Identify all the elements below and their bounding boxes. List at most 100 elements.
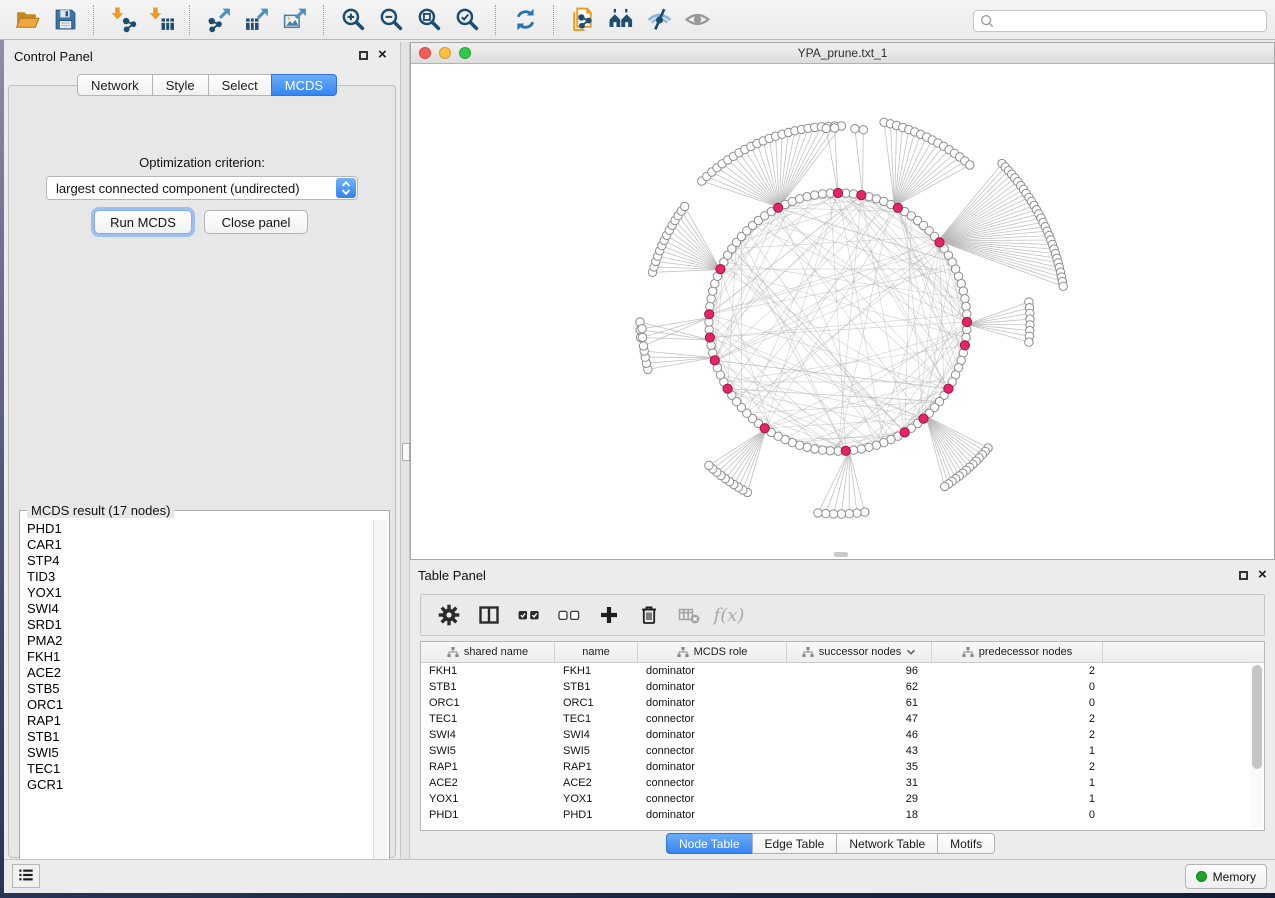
- cell-name[interactable]: ACE2: [555, 777, 638, 789]
- cell-shared-name[interactable]: YOX1: [421, 793, 555, 805]
- table-scrollbar-thumb[interactable]: [1252, 665, 1262, 769]
- mcds-result-item[interactable]: SRD1: [22, 617, 372, 633]
- refresh-button[interactable]: [507, 3, 543, 37]
- mcds-result-item[interactable]: PMA2: [22, 633, 372, 649]
- import-table-button[interactable]: [143, 3, 179, 37]
- mcds-result-item[interactable]: FKH1: [22, 649, 372, 665]
- zoom-out-button[interactable]: [373, 3, 409, 37]
- splitter-handle[interactable]: [402, 443, 410, 461]
- cell-predecessor-nodes[interactable]: 0: [932, 697, 1103, 709]
- cell-name[interactable]: SWI5: [555, 745, 638, 757]
- cell-mcds-role[interactable]: connector: [638, 745, 787, 757]
- column-header-shared-name[interactable]: shared name: [421, 642, 555, 662]
- window-minimize-light[interactable]: [439, 47, 451, 59]
- tab-motifs[interactable]: Motifs: [937, 833, 995, 854]
- window-zoom-light[interactable]: [459, 47, 471, 59]
- mcds-result-item[interactable]: STB1: [22, 729, 372, 745]
- column-header-name[interactable]: name: [555, 642, 638, 662]
- cell-shared-name[interactable]: ORC1: [421, 697, 555, 709]
- cell-name[interactable]: SWI4: [555, 729, 638, 741]
- open-session-button[interactable]: [9, 3, 45, 37]
- mcds-result-item[interactable]: ORC1: [22, 697, 372, 713]
- table-row[interactable]: SWI5SWI5connector431: [421, 743, 1264, 759]
- cell-mcds-role[interactable]: dominator: [638, 697, 787, 709]
- cell-shared-name[interactable]: TEC1: [421, 713, 555, 725]
- float-panel-icon[interactable]: [359, 51, 368, 60]
- table-row[interactable]: ACE2ACE2connector311: [421, 775, 1264, 791]
- mcds-result-item[interactable]: STP4: [22, 553, 372, 569]
- table-row[interactable]: FKH1FKH1dominator962: [421, 663, 1264, 679]
- cell-mcds-role[interactable]: connector: [638, 793, 787, 805]
- zoom-selected-button[interactable]: [449, 3, 485, 37]
- canvas-hscroll-thumb[interactable]: [834, 552, 848, 557]
- add-column-button[interactable]: [593, 599, 625, 631]
- column-header-predecessor-nodes[interactable]: predecessor nodes: [932, 642, 1103, 662]
- tab-select[interactable]: Select: [208, 74, 272, 96]
- close-panel-icon[interactable]: ×: [378, 50, 387, 60]
- cell-mcds-role[interactable]: connector: [638, 777, 787, 789]
- cell-successor-nodes[interactable]: 31: [787, 777, 932, 789]
- cell-predecessor-nodes[interactable]: 1: [932, 777, 1103, 789]
- cell-mcds-role[interactable]: dominator: [638, 681, 787, 693]
- window-close-light[interactable]: [419, 47, 431, 59]
- table-row[interactable]: TEC1TEC1connector472: [421, 711, 1264, 727]
- mcds-result-item[interactable]: STB5: [22, 681, 372, 697]
- table-row[interactable]: STB1STB1dominator620: [421, 679, 1264, 695]
- tab-mcds[interactable]: MCDS: [271, 74, 337, 96]
- table-row[interactable]: PHD1PHD1dominator180: [421, 807, 1264, 823]
- cell-successor-nodes[interactable]: 35: [787, 761, 932, 773]
- mcds-result-item[interactable]: PHD1: [22, 521, 372, 537]
- cell-name[interactable]: STB1: [555, 681, 638, 693]
- export-table-button[interactable]: [239, 3, 275, 37]
- zoom-in-button[interactable]: [335, 3, 371, 37]
- float-table-panel-icon[interactable]: [1239, 571, 1248, 580]
- table-row[interactable]: RAP1RAP1dominator352: [421, 759, 1264, 775]
- select-all-checkboxes-button[interactable]: [513, 599, 545, 631]
- tab-network[interactable]: Network: [77, 74, 153, 96]
- network-canvas[interactable]: [411, 64, 1274, 559]
- cell-successor-nodes[interactable]: 96: [787, 665, 932, 677]
- mcds-result-item[interactable]: CAR1: [22, 537, 372, 553]
- cell-shared-name[interactable]: SWI5: [421, 745, 555, 757]
- column-header-successor-nodes[interactable]: successor nodes: [787, 642, 932, 662]
- search-input[interactable]: [973, 10, 1267, 32]
- cell-predecessor-nodes[interactable]: 0: [932, 681, 1103, 693]
- network-graph[interactable]: [411, 64, 1274, 559]
- mcds-result-item[interactable]: YOX1: [22, 585, 372, 601]
- cell-successor-nodes[interactable]: 61: [787, 697, 932, 709]
- hide-selected-button[interactable]: [641, 3, 677, 37]
- save-session-button[interactable]: [47, 3, 83, 37]
- cell-shared-name[interactable]: RAP1: [421, 761, 555, 773]
- cell-mcds-role[interactable]: dominator: [638, 809, 787, 821]
- tab-network-table[interactable]: Network Table: [836, 833, 938, 854]
- table-row[interactable]: ORC1ORC1dominator610: [421, 695, 1264, 711]
- cell-successor-nodes[interactable]: 43: [787, 745, 932, 757]
- cell-successor-nodes[interactable]: 18: [787, 809, 932, 821]
- clear-all-checkboxes-button[interactable]: [553, 599, 585, 631]
- panel-splitter[interactable]: [400, 42, 410, 860]
- mcds-result-item[interactable]: TEC1: [22, 761, 372, 777]
- cell-successor-nodes[interactable]: 46: [787, 729, 932, 741]
- mcds-result-item[interactable]: SWI4: [22, 601, 372, 617]
- close-panel-button[interactable]: Close panel: [204, 210, 308, 234]
- column-header-mcds-role[interactable]: MCDS role: [638, 642, 787, 662]
- cell-successor-nodes[interactable]: 29: [787, 793, 932, 805]
- table-settings-button[interactable]: [433, 599, 465, 631]
- console-button[interactable]: [12, 864, 40, 888]
- cell-shared-name[interactable]: ACE2: [421, 777, 555, 789]
- close-table-panel-icon[interactable]: ×: [1258, 570, 1267, 580]
- cell-name[interactable]: RAP1: [555, 761, 638, 773]
- tab-edge-table[interactable]: Edge Table: [752, 833, 838, 854]
- cell-name[interactable]: FKH1: [555, 665, 638, 677]
- export-image-button[interactable]: [277, 3, 313, 37]
- mcds-result-item[interactable]: SWI5: [22, 745, 372, 761]
- table-row[interactable]: SWI4SWI4dominator462: [421, 727, 1264, 743]
- cell-shared-name[interactable]: SWI4: [421, 729, 555, 741]
- mcds-result-item[interactable]: RAP1: [22, 713, 372, 729]
- cell-mcds-role[interactable]: dominator: [638, 665, 787, 677]
- export-network-button[interactable]: [201, 3, 237, 37]
- memory-button[interactable]: Memory: [1185, 864, 1267, 889]
- tab-node-table[interactable]: Node Table: [666, 833, 753, 854]
- cell-predecessor-nodes[interactable]: 1: [932, 793, 1103, 805]
- tab-style[interactable]: Style: [152, 74, 209, 96]
